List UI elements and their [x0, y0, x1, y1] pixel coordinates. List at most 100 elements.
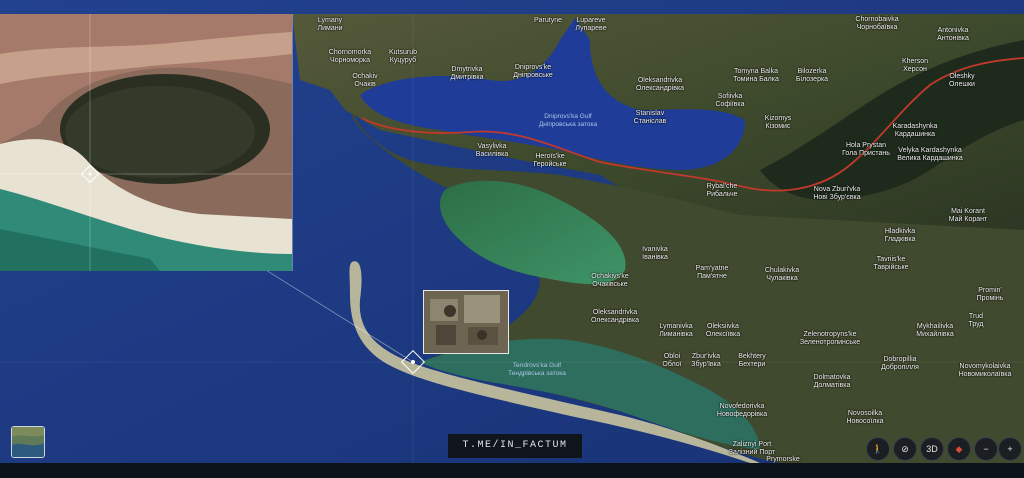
- layer-switcher-button[interactable]: [11, 426, 45, 458]
- map-viewer[interactable]: Lymany Лимани Chornomorka Чорноморка Kutsuru…: [0, 0, 1024, 478]
- place-name-cyrillic: Велика Кардашинка: [897, 155, 963, 162]
- place-label-nova-zburivka: Nova Zburi'vka Нові Збур'євка: [813, 186, 860, 202]
- place-label-bilozerka: Bilozerka Білозерка: [796, 68, 828, 84]
- place-name-latin: Dobropillia: [883, 356, 917, 363]
- place-name-latin: Promin': [978, 287, 1002, 294]
- place-name-cyrillic: Лупареве: [575, 25, 607, 32]
- place-name-cyrillic: Олексіївка: [705, 331, 741, 338]
- place-name-latin: Oleshky: [949, 73, 975, 80]
- place-label-bekhtery: Bekhtery Бехтери: [738, 353, 766, 369]
- 3d-toggle-button[interactable]: 3D: [920, 437, 944, 461]
- place-label-novomykolaivka: Novomykolaivka Новомиколаївка: [959, 363, 1012, 379]
- place-label-dniprovske: Dniprovs'ke Дніпровське: [513, 64, 553, 80]
- place-name-latin: Lymanivka: [659, 323, 693, 330]
- compass-button[interactable]: ◆: [947, 437, 971, 461]
- place-label-dmytrivka: Dmytrivka Дмитрівка: [451, 66, 484, 82]
- place-name-latin: Obloi: [663, 353, 681, 360]
- rotate-button[interactable]: ⊘: [893, 437, 917, 461]
- place-name-cyrillic: Софіївка: [715, 101, 745, 108]
- place-label-trud: Trud Труд: [968, 313, 983, 329]
- place-name-cyrillic: Очаків: [354, 81, 376, 88]
- place-name-cyrillic: Херсон: [903, 66, 927, 73]
- place-name-latin: Trud: [968, 313, 984, 320]
- rotate-icon: ⊘: [901, 444, 909, 454]
- place-name-cyrillic: Лиманівка: [659, 331, 693, 338]
- place-label-kutsurub: Kutsurub Куцуруб: [389, 49, 417, 65]
- place-label-parutyne: Parutyne: [534, 17, 562, 25]
- place-name-cyrillic: Новосоїлка: [846, 418, 884, 425]
- place-name-latin: Oleksandrivka: [592, 309, 638, 316]
- place-name-cyrillic: Збур'ївка: [691, 361, 721, 368]
- place-name-cyrillic: Облої: [662, 361, 682, 368]
- place-name-latin: Rybal'che: [706, 183, 738, 190]
- place-label-novosoilka: Novosoilka Новосоїлка: [846, 410, 883, 426]
- place-name-latin: Heroïs'ke: [535, 153, 565, 160]
- place-name-cyrillic: Чорнобаївка: [856, 24, 898, 31]
- place-name-latin: Velyka Kardashynka: [898, 147, 962, 154]
- place-name-latin: Kherson: [901, 58, 929, 65]
- compass-icon: ◆: [955, 444, 963, 454]
- minus-icon: −: [983, 444, 989, 454]
- place-label-obloi: Obloi Облої: [662, 353, 681, 369]
- street-view-button[interactable]: 🚶: [866, 437, 890, 461]
- photo-thumbnail[interactable]: [423, 290, 509, 354]
- place-name-cyrillic: Бехтери: [738, 361, 766, 368]
- place-name-latin: Oleksandrivka: [637, 77, 683, 84]
- water-label-dnieper-gulf: Dniprovs'ka Gulf Дніпровська затока: [539, 113, 597, 129]
- place-label-karadashynka: Karadashynka Кардашинка: [893, 123, 938, 139]
- place-label-ochakivske: Ochakivs'ke Очаківське: [591, 273, 629, 289]
- place-name-latin: Tomyna Balka: [734, 68, 778, 75]
- place-label-mykhailivka: Mykhailivka Михайлівка: [916, 323, 953, 339]
- zoom-in-button[interactable]: +: [998, 437, 1022, 461]
- place-name-cyrillic: Май Корант: [948, 216, 988, 223]
- place-label-antonivka: Antonivka Антонівка: [937, 27, 969, 43]
- place-name-cyrillic: Новомиколаївка: [958, 371, 1012, 378]
- place-label-lupareve: Lupareve Лупареве: [575, 17, 606, 33]
- place-label-mai-korant: Mai Korant Май Корант: [949, 208, 988, 224]
- place-name-latin: Sofiivka: [717, 93, 743, 100]
- place-label-oleksandrivka1: Oleksandrivka Олександрівка: [636, 77, 684, 93]
- place-name-cyrillic: Куцуруб: [389, 57, 417, 64]
- place-name-cyrillic: Кізомис: [765, 123, 791, 130]
- place-name-latin: Dniprovs'ke: [514, 64, 552, 71]
- place-name-latin: Ivanivka: [642, 246, 668, 253]
- place-name-cyrillic: Таврійське: [873, 264, 909, 271]
- place-name-cyrillic: Добропілля: [881, 364, 919, 371]
- water-name-latin: Dniprovs'ka Gulf: [544, 113, 592, 120]
- place-name-latin: Hladkivka: [884, 228, 916, 235]
- place-label-kherson: Kherson Херсон: [902, 58, 928, 74]
- place-name-cyrillic: Василівка: [475, 151, 509, 158]
- place-label-oleksandrivka2: Oleksandrivka Олександрівка: [591, 309, 639, 325]
- place-name-latin: Zaliznyi Port: [732, 441, 772, 448]
- place-name-cyrillic: Дмитрівка: [450, 74, 484, 81]
- place-name-latin: Mykhailivka: [916, 323, 954, 330]
- place-name-cyrillic: Білозерка: [795, 76, 829, 83]
- place-label-chulakivka: Chulakivka Чулаківка: [765, 267, 799, 283]
- place-name-latin: Lymany: [317, 17, 343, 24]
- place-label-novofedorivka: Novofedorivka Новофедорівка: [717, 403, 767, 419]
- place-name-latin: Mai Korant: [951, 208, 985, 215]
- place-name-cyrillic: Дніпровське: [513, 72, 553, 79]
- place-name-latin: Oleksiivka: [707, 323, 739, 330]
- place-name-cyrillic: Промінь: [976, 295, 1004, 302]
- place-name-cyrillic: Зеленотропинське: [799, 339, 861, 346]
- place-label-chornobaivka: Chornobaivka Чорнобаївка: [855, 16, 898, 32]
- place-name-cyrillic: Долматівка: [813, 382, 851, 389]
- place-name-latin: Pam'yatne: [695, 265, 729, 272]
- place-name-latin: Chulakivka: [764, 267, 800, 274]
- place-name-latin: Zbur'ivka: [691, 353, 721, 360]
- place-label-dobropillia: Dobropillia Добропілля: [881, 356, 919, 372]
- bottom-frame: [0, 463, 1024, 478]
- place-name-latin: Bilozerka: [797, 68, 827, 75]
- place-label-stanislav: Stanislav Станіслав: [634, 110, 667, 126]
- zoom-out-button[interactable]: −: [974, 437, 998, 461]
- place-name-cyrillic: Нові Збур'євка: [813, 194, 861, 201]
- place-name-latin: Chornomorka: [328, 49, 372, 56]
- place-label-velyka-kardashynka: Velyka Kardashynka Велика Кардашинка: [897, 147, 963, 163]
- place-name-latin: Bekhtery: [738, 353, 766, 360]
- place-label-tavriiske: Tavriis'ke Таврійське: [873, 256, 908, 272]
- place-label-lymanivka: Lymanivka Лиманівка: [659, 323, 692, 339]
- place-label-hola-prystan: Hola Prystan Гола Пристань: [842, 142, 890, 158]
- place-label-chornomorka: Chornomorka Чорноморка: [329, 49, 371, 65]
- place-name-latin: Kizomys: [764, 115, 792, 122]
